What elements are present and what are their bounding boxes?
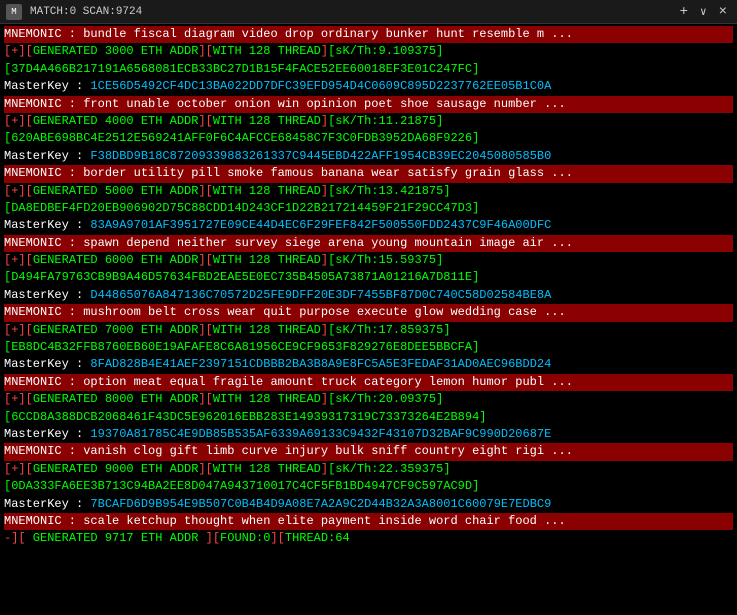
title-bar: M MATCH:0 SCAN:9724 + ∨ × — [0, 0, 737, 24]
terminal-line-9: [+][GENERATED 5000 ETH ADDR][WITH 128 TH… — [4, 183, 733, 200]
terminal-line-6: [620ABE698BC4E2512E569241AFF0F6C4AFCCE68… — [4, 130, 733, 147]
terminal-line-29: -][ GENERATED 9717 ETH ADDR ][FOUND:0][T… — [4, 530, 733, 547]
terminal-line-2: [37D4A466B217191A6568081ECB33BC27D1B15F4… — [4, 61, 733, 78]
terminal-line-3: MasterKey : 1CE56D5492CF4DC13BA022DD7DFC… — [4, 78, 733, 95]
terminal-line-23: MasterKey : 19370A81785C4E9DB85B535AF633… — [4, 426, 733, 443]
terminal-line-25: [+][GENERATED 9000 ETH ADDR][WITH 128 TH… — [4, 461, 733, 478]
terminal-line-24: MNEMONIC : vanish clog gift limb curve i… — [4, 443, 733, 460]
terminal-line-19: MasterKey : 8FAD828B4E41AEF2397151CDBBB2… — [4, 356, 733, 373]
dropdown-chevron[interactable]: ∨ — [700, 5, 707, 19]
new-tab-button[interactable]: + — [676, 4, 692, 20]
terminal-line-17: [+][GENERATED 7000 ETH ADDR][WITH 128 TH… — [4, 322, 733, 339]
terminal-line-16: MNEMONIC : mushroom belt cross wear quit… — [4, 304, 733, 321]
terminal-line-8: MNEMONIC : border utility pill smoke fam… — [4, 165, 733, 182]
terminal-line-13: [+][GENERATED 6000 ETH ADDR][WITH 128 TH… — [4, 252, 733, 269]
terminal-line-11: MasterKey : 83A9A9701AF3951727E09CE44D4E… — [4, 217, 733, 234]
terminal-line-18: [EB8DC4B32FFB8760EB60E19AFAFE8C6A81956CE… — [4, 339, 733, 356]
terminal-line-0: MNEMONIC : bundle fiscal diagram video d… — [4, 26, 733, 43]
terminal-line-10: [DA8EDBEF4FD20EB906902D75C88CDD14D243CF1… — [4, 200, 733, 217]
app-icon: M — [6, 4, 22, 20]
terminal-line-27: MasterKey : 7BCAFD6D9B954E9B507C0B4B4D9A… — [4, 496, 733, 513]
terminal-line-5: [+][GENERATED 4000 ETH ADDR][WITH 128 TH… — [4, 113, 733, 130]
terminal-line-4: MNEMONIC : front unable october onion wi… — [4, 96, 733, 113]
terminal-line-14: [D494FA79763CB9B9A46D57634FBD2EAE5E0EC73… — [4, 269, 733, 286]
terminal-line-12: MNEMONIC : spawn depend neither survey s… — [4, 235, 733, 252]
title-bar-title: MATCH:0 SCAN:9724 — [30, 6, 668, 18]
terminal-content: MNEMONIC : bundle fiscal diagram video d… — [0, 24, 737, 615]
terminal-line-7: MasterKey : F38DBD9B18C87209339883261337… — [4, 148, 733, 165]
terminal-line-15: MasterKey : D44865076A847136C70572D25FE9… — [4, 287, 733, 304]
terminal-line-20: MNEMONIC : option meat equal fragile amo… — [4, 374, 733, 391]
terminal-line-26: [0DA333FA6EE3B713C94BA2EE8D047A943710017… — [4, 478, 733, 495]
terminal-line-22: [6CCD8A388DCB2068461F43DC5E962016EBB283E… — [4, 409, 733, 426]
terminal-line-1: [+][GENERATED 3000 ETH ADDR][WITH 128 TH… — [4, 43, 733, 60]
terminal-line-28: MNEMONIC : scale ketchup thought when el… — [4, 513, 733, 530]
terminal-line-21: [+][GENERATED 8000 ETH ADDR][WITH 128 TH… — [4, 391, 733, 408]
close-button[interactable]: × — [715, 4, 731, 20]
